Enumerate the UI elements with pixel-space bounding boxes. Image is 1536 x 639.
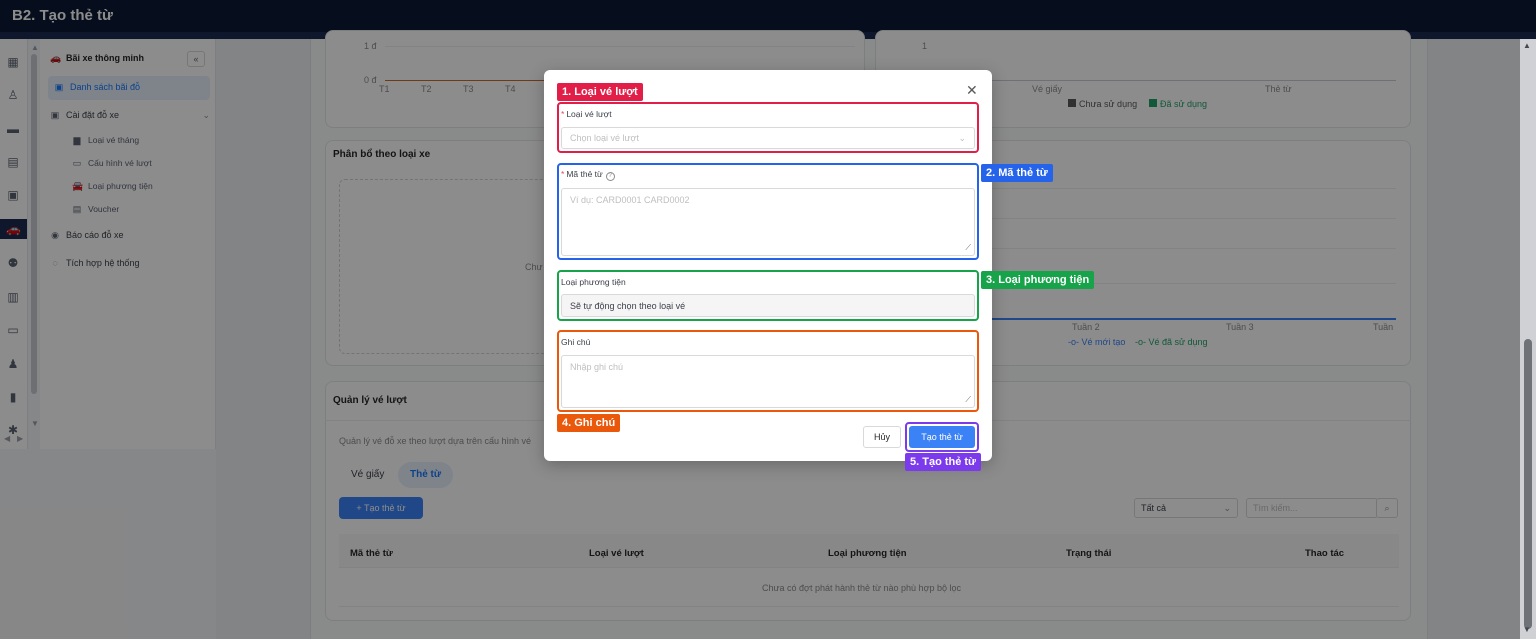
annotation-note: 4. Ghi chú <box>557 414 621 432</box>
create-card-modal: ✕ 1. Loại vé lượt * Loại vé lượt Chọn loạ… <box>544 70 1095 471</box>
required-marker: * <box>561 109 565 119</box>
create-card-submit-button[interactable]: Tạo thẻ từ <box>909 426 975 448</box>
annotation-card-code: 2. Mã thẻ từ <box>981 164 1053 182</box>
ticket-type-select[interactable]: Chọn loại vé lượt ⌄ <box>561 127 975 149</box>
scroll-down-icon[interactable]: ▼ <box>1523 625 1531 634</box>
note-label: Ghi chú <box>561 337 591 347</box>
ticket-type-label: * Loại vé lượt <box>561 109 612 119</box>
annotation-submit: 5. Tạo thẻ từ <box>905 453 982 471</box>
scrollbar-thumb[interactable] <box>1524 339 1532 629</box>
close-icon[interactable]: ✕ <box>966 82 978 99</box>
card-code-label: * Mã thẻ từ? <box>561 169 615 181</box>
help-icon[interactable]: ? <box>605 172 615 181</box>
vehicle-type-label: Loại phương tiện <box>561 277 626 287</box>
required-marker: * <box>561 169 565 179</box>
resize-handle-icon[interactable]: ⟋ <box>965 395 971 405</box>
annotation-ticket-type: 1. Loại vé lượt <box>557 83 643 101</box>
annotation-vehicle-type: 3. Loại phương tiện <box>981 271 1095 289</box>
card-code-textarea[interactable]: Ví dụ: CARD0001 CARD0002 ⟋ <box>561 188 975 256</box>
note-textarea[interactable]: Nhập ghi chú ⟋ <box>561 355 975 408</box>
scroll-up-icon[interactable]: ▲ <box>1523 41 1531 50</box>
cancel-button[interactable]: Hủy <box>863 426 901 448</box>
chevron-down-icon: ⌄ <box>958 133 966 143</box>
vehicle-type-field: Sẽ tự động chọn theo loại vé <box>561 294 975 317</box>
resize-handle-icon[interactable]: ⟋ <box>965 243 971 253</box>
page-scrollbar[interactable]: ▲ ▼ <box>1520 39 1536 639</box>
